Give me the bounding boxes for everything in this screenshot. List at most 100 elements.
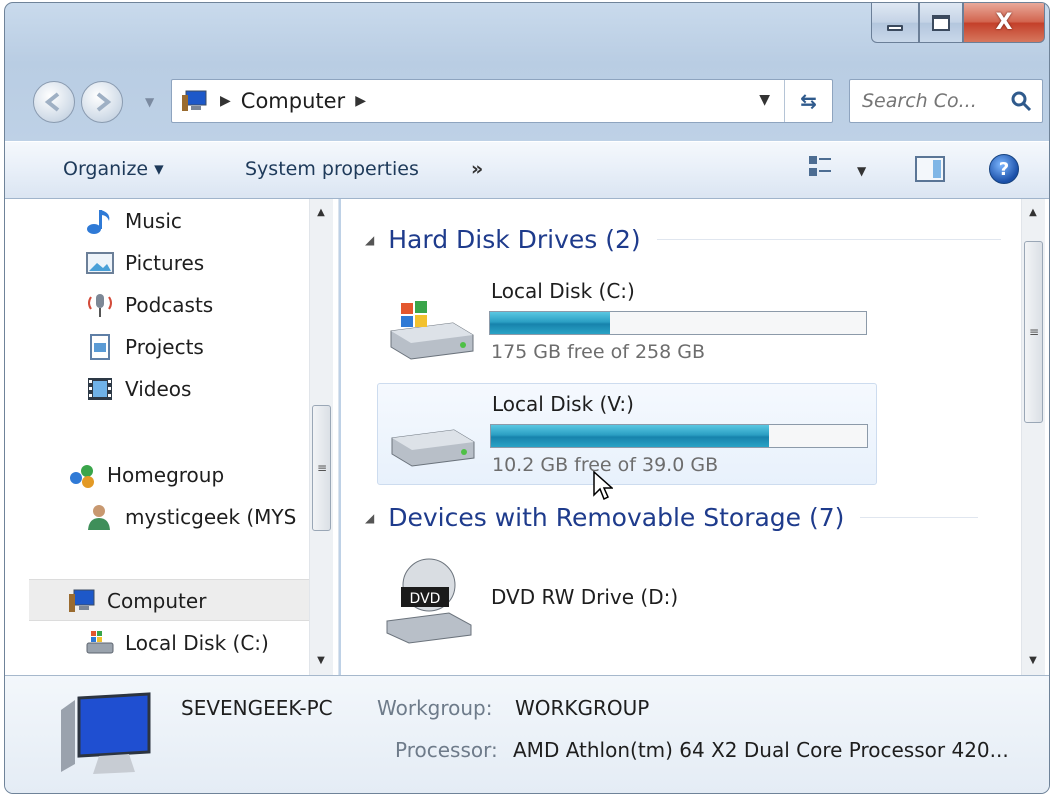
nav-scrollbar[interactable]: ▲ ≡ ▼ bbox=[309, 199, 333, 675]
scroll-down-icon[interactable]: ▼ bbox=[310, 651, 332, 671]
nav-label: Computer bbox=[107, 589, 207, 613]
content-scrollbar[interactable]: ▲ ≡ ▼ bbox=[1021, 199, 1045, 675]
group-hard-disk-drives[interactable]: ◢ Hard Disk Drives (2) bbox=[365, 225, 1001, 254]
computer-icon bbox=[182, 89, 210, 113]
nav-label: Projects bbox=[125, 335, 204, 359]
back-arrow-icon bbox=[44, 92, 60, 112]
nav-label: mysticgeek (MYS bbox=[125, 505, 297, 529]
grip-icon: ≡ bbox=[1029, 325, 1040, 339]
windows-drive-icon bbox=[390, 301, 474, 360]
close-button[interactable]: X bbox=[963, 3, 1045, 43]
dvd-badge: DVD bbox=[410, 591, 441, 607]
breadcrumb-computer[interactable]: Computer bbox=[241, 89, 345, 113]
drive-usage-bar bbox=[489, 311, 867, 335]
back-button[interactable] bbox=[33, 81, 75, 123]
scroll-up-icon[interactable]: ▲ bbox=[1022, 203, 1044, 223]
nav-item-computer[interactable]: Computer bbox=[67, 587, 206, 615]
drive-name: Local Disk (C:) bbox=[491, 279, 635, 303]
group-title: Hard Disk Drives (2) bbox=[388, 225, 641, 254]
maximize-icon bbox=[932, 14, 950, 31]
close-icon: X bbox=[995, 10, 1013, 35]
nav-item-user[interactable]: mysticgeek (MYS bbox=[85, 503, 296, 531]
nav-label: Homegroup bbox=[107, 463, 225, 487]
nav-item-videos[interactable]: Videos bbox=[85, 375, 191, 403]
scroll-thumb[interactable]: ≡ bbox=[312, 405, 331, 531]
scroll-thumb[interactable]: ≡ bbox=[1024, 241, 1043, 423]
breadcrumb-chevron-icon[interactable]: ▶ bbox=[355, 93, 366, 109]
navigation-row: ▼ ▶ Computer ▶ ▼ ⇆ bbox=[5, 73, 1049, 129]
drive-local-disk-c[interactable]: Local Disk (C:) 175 GB free of 258 GB bbox=[377, 271, 877, 373]
group-divider bbox=[860, 517, 979, 518]
videos-icon bbox=[85, 375, 115, 403]
drive-name: DVD RW Drive (D:) bbox=[491, 585, 679, 609]
content-pane: ◢ Hard Disk Drives (2) Local Disk (C:) 1… bbox=[341, 199, 1049, 675]
drive-icon bbox=[85, 629, 115, 657]
minimize-icon bbox=[887, 24, 903, 31]
search-box[interactable] bbox=[849, 79, 1043, 123]
recent-pages-dropdown[interactable]: ▼ bbox=[145, 95, 154, 109]
nav-item-local-disk-c[interactable]: Local Disk (C:) bbox=[85, 629, 269, 657]
processor-value: AMD Athlon(tm) 64 X2 Dual Core Processor… bbox=[513, 738, 1009, 762]
grip-icon: ≡ bbox=[317, 461, 328, 475]
workgroup-value: WORKGROUP bbox=[515, 696, 650, 720]
scroll-down-icon[interactable]: ▼ bbox=[1022, 651, 1044, 671]
collapse-triangle-icon[interactable]: ◢ bbox=[365, 233, 374, 247]
group-title: Devices with Removable Storage (7) bbox=[388, 503, 845, 532]
computer-icon bbox=[67, 587, 97, 615]
collapse-triangle-icon[interactable]: ◢ bbox=[365, 511, 374, 525]
search-input[interactable] bbox=[862, 90, 1012, 112]
help-button[interactable]: ? bbox=[989, 154, 1019, 184]
nav-label: Local Disk (C:) bbox=[125, 631, 269, 655]
address-history-dropdown[interactable]: ▼ bbox=[759, 92, 770, 108]
navigation-pane: Music Pictures Podcasts Projects Videos … bbox=[5, 199, 339, 675]
explorer-window: X ▼ ▶ Computer ▶ ▼ ⇆ Organize ▾ System p… bbox=[4, 2, 1050, 794]
minimize-button[interactable] bbox=[871, 3, 919, 43]
computer-icon bbox=[61, 692, 151, 774]
podcasts-icon bbox=[85, 291, 115, 319]
drive-dvd-rw-d[interactable]: DVD DVD RW Drive (D:) bbox=[377, 553, 877, 655]
nav-item-pictures[interactable]: Pictures bbox=[85, 249, 204, 277]
document-icon bbox=[85, 333, 115, 361]
mouse-cursor-icon bbox=[593, 471, 613, 501]
change-view-icon[interactable] bbox=[809, 156, 831, 180]
more-commands-button[interactable]: » bbox=[471, 158, 483, 180]
hard-drive-icon bbox=[391, 429, 475, 467]
nav-item-projects[interactable]: Projects bbox=[85, 333, 204, 361]
search-icon[interactable] bbox=[1010, 90, 1032, 112]
nav-label: Podcasts bbox=[125, 293, 214, 317]
nav-item-podcasts[interactable]: Podcasts bbox=[85, 291, 213, 319]
forward-arrow-icon bbox=[96, 92, 112, 112]
drive-name: Local Disk (V:) bbox=[492, 392, 634, 416]
processor-label: Processor: bbox=[395, 738, 498, 762]
address-bar[interactable]: ▶ Computer ▶ ▼ ⇆ bbox=[171, 79, 833, 123]
dvd-drive-icon: DVD bbox=[386, 558, 472, 644]
breadcrumb-separator-icon[interactable]: ▶ bbox=[220, 93, 231, 109]
group-removable-storage[interactable]: ◢ Devices with Removable Storage (7) bbox=[365, 503, 979, 532]
scroll-up-icon[interactable]: ▲ bbox=[310, 203, 332, 223]
nav-item-music[interactable]: Music bbox=[85, 207, 182, 235]
group-divider bbox=[656, 239, 1001, 240]
drive-usage-fill bbox=[490, 312, 611, 334]
maximize-button[interactable] bbox=[919, 3, 963, 43]
drive-local-disk-v[interactable]: Local Disk (V:) 10.2 GB free of 39.0 GB bbox=[377, 383, 877, 485]
caption-buttons: X bbox=[871, 3, 1045, 45]
user-icon bbox=[85, 503, 115, 531]
nav-label: Videos bbox=[125, 377, 192, 401]
command-bar: Organize ▾ System properties » ▼ ? bbox=[5, 141, 1049, 199]
preview-pane-button[interactable] bbox=[915, 156, 945, 182]
nav-item-homegroup[interactable]: Homegroup bbox=[67, 461, 224, 489]
refresh-button[interactable]: ⇆ bbox=[784, 80, 832, 122]
drive-usage-fill bbox=[491, 425, 770, 447]
system-properties-button[interactable]: System properties bbox=[245, 158, 419, 180]
refresh-icon: ⇆ bbox=[800, 89, 817, 113]
organize-menu[interactable]: Organize ▾ bbox=[63, 158, 164, 180]
music-icon bbox=[85, 207, 115, 235]
computer-name: SEVENGEEK-PC bbox=[181, 696, 333, 720]
drive-free-space: 175 GB free of 258 GB bbox=[491, 341, 706, 363]
nav-label: Pictures bbox=[125, 251, 205, 275]
workgroup-label: Workgroup: bbox=[377, 696, 493, 720]
nav-label: Music bbox=[125, 209, 182, 233]
view-options-dropdown[interactable]: ▼ bbox=[857, 164, 866, 178]
forward-button[interactable] bbox=[81, 81, 123, 123]
pictures-icon bbox=[85, 249, 115, 277]
